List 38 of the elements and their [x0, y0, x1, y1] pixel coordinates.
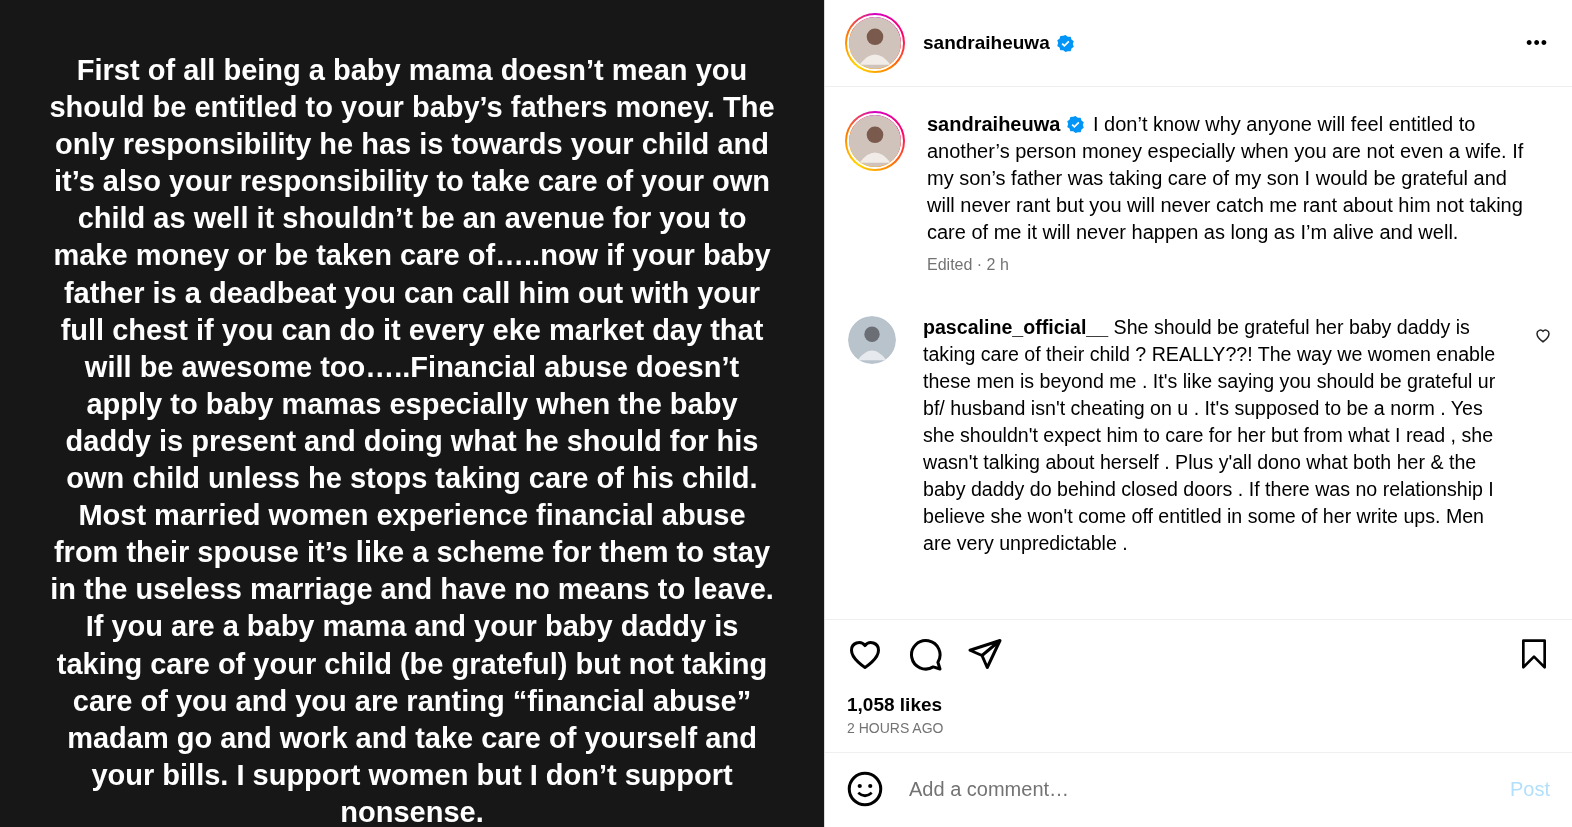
image-text-line: care of you and you are ranting “financial abuse” [72, 683, 752, 719]
image-text-line: First of all being a baby mama doesn’t mean you [76, 53, 748, 88]
image-text-line: from their spouse it’s like a scheme for them to stay [53, 535, 771, 571]
image-text-line: full chest if you can do it every eke market day that [60, 312, 764, 348]
avatar-icon[interactable] [845, 13, 905, 73]
image-text-line: make money or be taken care of…..now if your baby [53, 238, 771, 274]
image-text-line: daddy is present and doing what he should for his [65, 423, 759, 459]
image-text-line: should be entitled to your baby’s fathers money. The [49, 90, 775, 126]
image-text-line: it’s also your responsibility to take care of your own [53, 164, 770, 200]
username[interactable]: sandraiheuwa [923, 32, 1050, 54]
image-text-line: If you are a baby mama and your baby daddy is [85, 609, 739, 645]
image-text-line: only responsibility he has is towards your child and [55, 127, 769, 163]
username-link[interactable]: pascaline_official__ [923, 316, 1109, 338]
post-time: 2 HOURS AGO [825, 716, 1572, 753]
image-text-line: own child unless he stops taking care of his child. [66, 461, 758, 497]
image-text-line: taking care of your child (be grateful) but not taking [56, 646, 768, 682]
smiley-icon[interactable] [847, 771, 883, 807]
image-text-line: apply to baby mamas especially when the baby [86, 386, 738, 422]
send-icon[interactable] [967, 636, 1003, 672]
caption-text: sandraiheuwa I don’t know why anyone will feel entitled to another’s person money especially when you are not even a wife. If my son’s father was taking care of my son I would be grateful and will never rant but you will never catch me rant about him not taking care of me it will never happen as long as I’m alive and well. [927, 112, 1525, 245]
username-link[interactable]: sandraiheuwa [927, 113, 1061, 135]
image-text-line: Most married women experience financial abuse [78, 498, 746, 534]
heart-icon[interactable] [1534, 326, 1552, 344]
avatar-icon [845, 111, 905, 171]
image-text-line: madam go and work and take care of yourself and [67, 720, 757, 756]
edited-time: Edited · 2 h [927, 256, 1010, 274]
image-text-line: will be awesome too…..Financial abuse doesn’t [84, 349, 740, 385]
comment-icon[interactable] [907, 636, 943, 672]
image-text-line: your bills. I support women but I don’t support [91, 757, 733, 793]
avatar-icon[interactable] [848, 316, 896, 364]
comment-field[interactable]: Add a comment… [907, 776, 1510, 802]
image-text-line: in the useless marriage and have no means to leave. [50, 572, 774, 608]
image-text-line: father is a deadbeat you can call him out with your [63, 275, 761, 311]
likes-count[interactable]: 1,058 likes [825, 680, 1572, 716]
more-options-button[interactable]: ••• [1522, 28, 1552, 58]
image-text-line: child as well it shouldn’t be an avenue for you to [77, 201, 747, 237]
comment-text: pascaline_official__ She should be grateful her baby daddy is taking care of their child ? REALLY??! The way we women enable these men is beyond me . It's like saying you should be grateful ur bf/ husband isn't cheating on u . It's supposed to be a norm . Yes she shouldn't expect him to care for her but from what I read , she wasn't talking about herself . Plus y'all dono what both her & the baby daddy do behind closed doors . If there was no relationship I believe she won't come off entitled in some of her write ups. Men are very unpredictable . [923, 315, 1497, 556]
image-text-line: nonsense. [340, 794, 484, 827]
